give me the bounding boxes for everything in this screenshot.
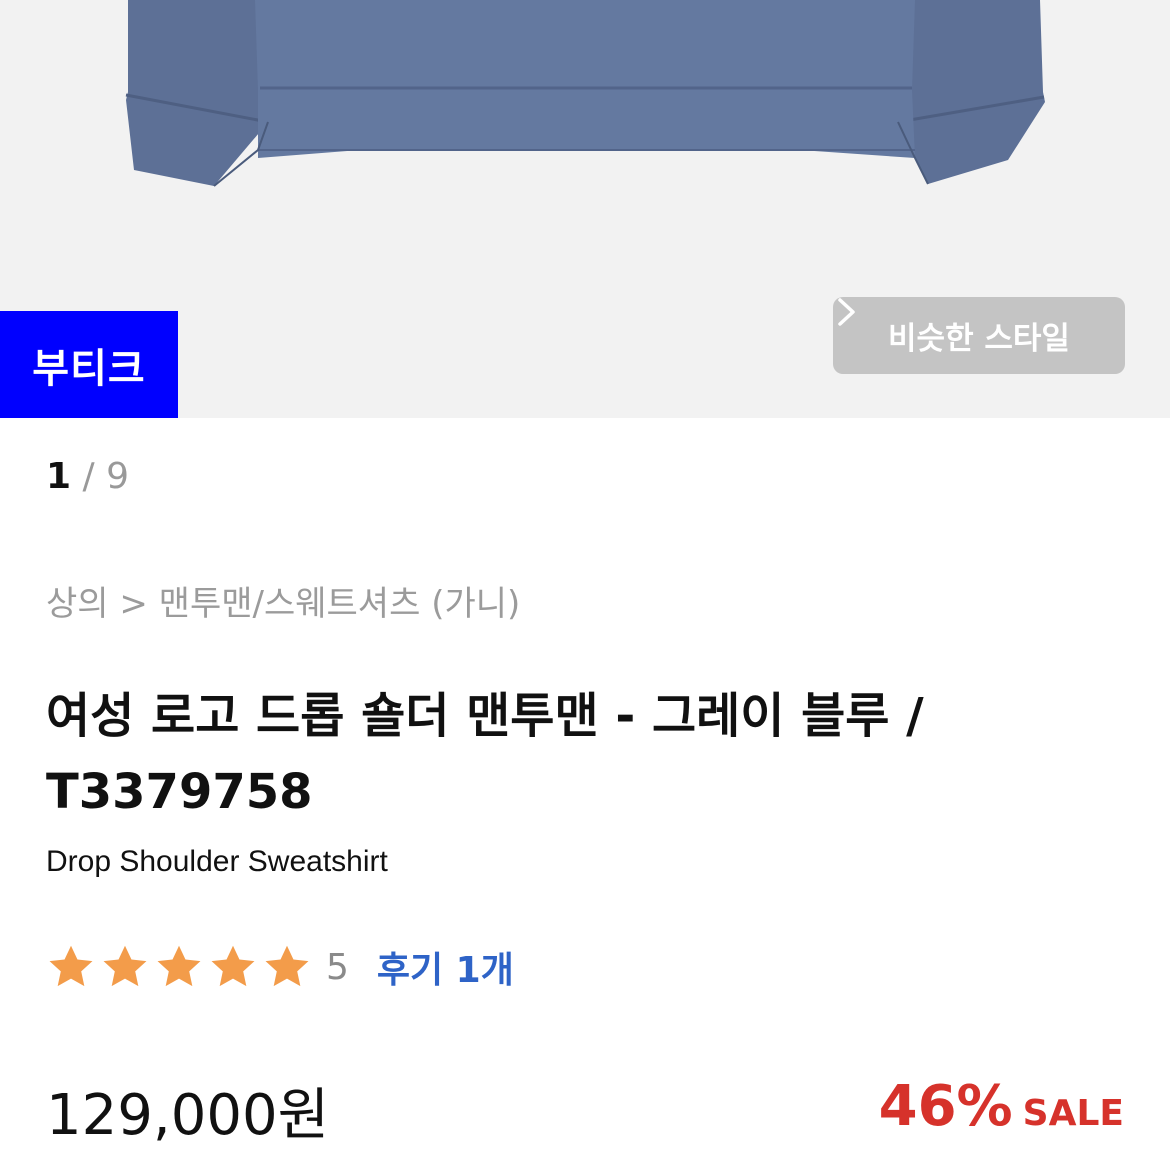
star-icon bbox=[211, 945, 255, 987]
discount-percent: 46% bbox=[878, 1074, 1013, 1139]
rating-score: 5 bbox=[326, 946, 349, 988]
boutique-badge-label: 부티크 bbox=[32, 345, 146, 392]
rating-row: 5 후기 1개 bbox=[46, 938, 514, 996]
star-icon bbox=[49, 945, 93, 987]
review-count-link[interactable]: 후기 1개 bbox=[377, 941, 514, 993]
product-subtitle: Drop Shoulder Sweatshirt bbox=[46, 845, 388, 878]
star-icon bbox=[103, 945, 147, 987]
boutique-badge: 부티크 bbox=[0, 311, 178, 418]
similar-style-label: 비슷한 스타일 bbox=[888, 321, 1070, 357]
pager-total: 9 bbox=[106, 456, 129, 497]
product-image-carousel[interactable]: 부티크 비슷한 스타일 bbox=[0, 0, 1170, 418]
product-title: 여성 로고 드롭 숄더 맨투맨 - 그레이 블루 / T3379758 bbox=[46, 688, 924, 820]
pager-separator: / bbox=[71, 456, 107, 497]
star-icon bbox=[157, 945, 201, 987]
sale-label: SALE bbox=[1022, 1093, 1124, 1134]
similar-style-button[interactable]: 비슷한 스타일 bbox=[833, 297, 1125, 374]
breadcrumb: 상의 > 맨투맨/스웨트셔츠 (가니) bbox=[46, 576, 520, 625]
pager-current: 1 bbox=[46, 456, 72, 497]
breadcrumb-brand[interactable]: (가니) bbox=[431, 584, 520, 624]
product-price: 129,000원 bbox=[46, 1083, 330, 1148]
star-rating bbox=[46, 942, 312, 992]
breadcrumb-separator: > bbox=[108, 584, 159, 624]
breadcrumb-category[interactable]: 상의 bbox=[46, 584, 109, 624]
star-icon bbox=[265, 945, 309, 987]
discount-badge: 46% SALE bbox=[879, 1074, 1124, 1139]
chevron-right-icon bbox=[838, 298, 855, 326]
image-pager: 1 / 9 bbox=[46, 456, 129, 497]
breadcrumb-subcategory[interactable]: 맨투맨/스웨트셔츠 bbox=[159, 584, 421, 624]
